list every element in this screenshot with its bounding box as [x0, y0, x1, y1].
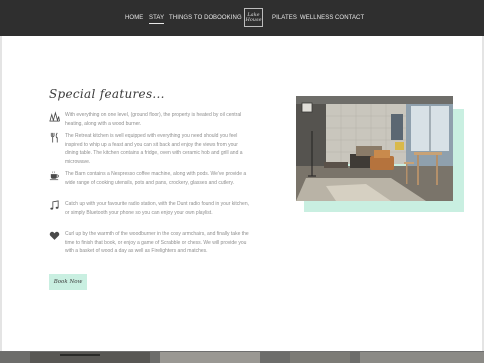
book-now-label: Book Now: [53, 279, 83, 285]
house-icon: [49, 111, 60, 122]
living-room-illustration: [296, 96, 453, 201]
top-navigation: HOME STAY THINGS TO DO BOOKING Lake Hous…: [0, 0, 484, 36]
feature-text: With everything on one level, (ground fl…: [65, 112, 242, 127]
feature-text: Catch up with your favourite radio stati…: [65, 201, 249, 216]
nav-item-pilates[interactable]: PILATES: [272, 15, 297, 21]
nav-item-booking[interactable]: BOOKING: [213, 15, 242, 21]
section-title: Special features...: [49, 87, 165, 101]
nav-item-home[interactable]: HOME: [125, 15, 143, 21]
music-note-icon: [50, 200, 59, 210]
living-room-photo: [296, 96, 453, 201]
logo-text: Lake House: [245, 11, 262, 23]
site-logo[interactable]: Lake House: [244, 8, 263, 27]
heart-icon: [49, 231, 60, 240]
coffee-cup-icon: [49, 171, 59, 181]
left-edge: [0, 0, 2, 363]
nav-item-stay[interactable]: STAY: [149, 15, 165, 24]
next-section-image: [0, 352, 484, 363]
feature-text: The Retreat kitchen is well equipped wit…: [65, 133, 243, 166]
feature-text: The Barn contains a Nespresso coffee mac…: [65, 171, 247, 186]
book-now-button[interactable]: Book Now: [49, 274, 87, 290]
page: HOME STAY THINGS TO DO BOOKING Lake Hous…: [0, 0, 484, 363]
next-section-image-strip: [0, 351, 484, 363]
feature-text: Curl up by the warmth of the woodburner …: [65, 231, 249, 255]
nav-item-wellness[interactable]: WELLNESS: [300, 15, 333, 21]
nav-item-things-to-do[interactable]: THINGS TO DO: [169, 15, 213, 21]
nav-item-contact[interactable]: CONTACT: [335, 15, 364, 21]
cutlery-icon: [50, 132, 58, 143]
